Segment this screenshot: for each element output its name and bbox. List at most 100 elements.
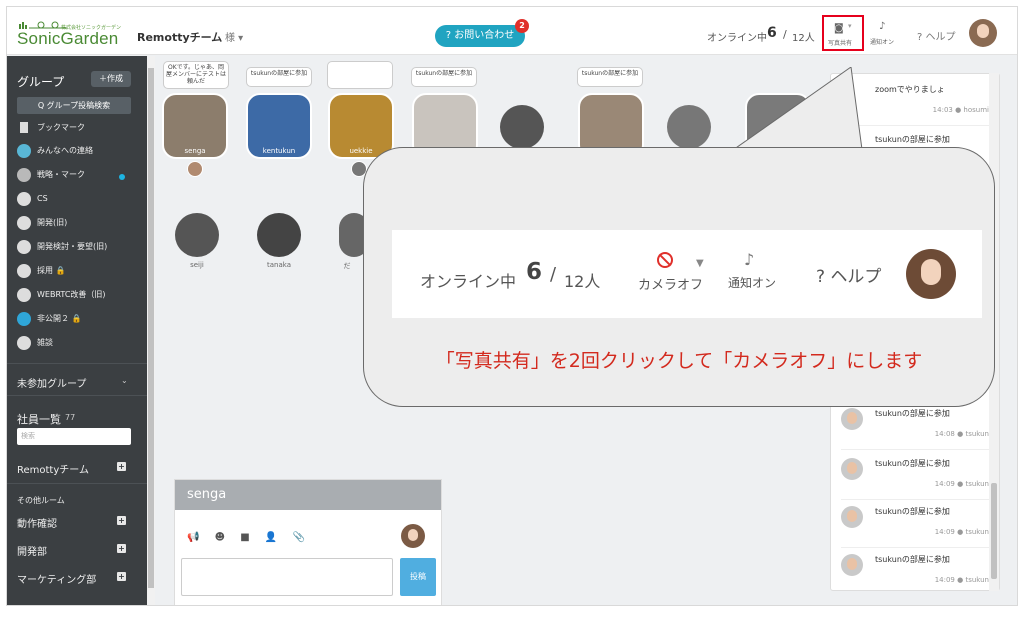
room-item[interactable]: マーケティング部	[17, 571, 96, 586]
chat-text: tsukunの部屋に参加	[875, 459, 950, 468]
sidebar-scrollbar-thumb[interactable]	[148, 68, 154, 588]
contact-button[interactable]: ? お問い合わせ	[435, 25, 525, 47]
compose-toolbar-icons[interactable]: 📢 ☻ ■ 👤 📎	[187, 532, 311, 543]
unjoined-groups[interactable]: 未参加グループ	[17, 375, 86, 390]
plus-icon[interactable]: +	[117, 516, 126, 525]
member-search-input[interactable]: 検索	[17, 428, 131, 445]
group-icon	[17, 215, 31, 230]
other-rooms-label: その他ルーム	[17, 496, 65, 505]
help-link: ? ヘルプ	[816, 267, 882, 287]
speech-bubble: tsukunの部屋に参加	[246, 67, 312, 87]
avatar[interactable]	[500, 105, 544, 149]
app-window: 株式会社ソニックガーデン SonicGarden Remottyチーム 様 ▾ …	[6, 6, 1018, 606]
group-icon	[17, 287, 31, 302]
avatar	[906, 249, 956, 299]
callout-pointer	[722, 67, 864, 157]
zoomed-header-preview: オンライン中 6 / 12人 ▼ カメラオフ ♪ 通知オン ? ヘルプ	[392, 230, 982, 318]
chat-meta: 14:09 ● tsukun	[934, 576, 989, 584]
group-post-search-button[interactable]: Q グループ投稿検索	[17, 97, 131, 114]
video-tile[interactable]: kentukun	[246, 93, 312, 159]
members-title: 社員一覧	[17, 413, 61, 426]
speech-bubble: OKです。じゃあ、岡屋メンバーにテストは頼んだ	[163, 61, 229, 89]
plus-icon[interactable]: +	[117, 462, 126, 471]
plus-icon[interactable]: +	[117, 544, 126, 553]
room-item[interactable]: 開発部	[17, 543, 47, 558]
chat-meta: 14:03 ● hosumi	[932, 106, 989, 114]
chevron-down-icon[interactable]: ⌄	[121, 376, 128, 385]
team-room-link[interactable]: Remottyチーム	[17, 461, 89, 476]
avatar	[841, 554, 863, 576]
sidebar-item-dev-old[interactable]: 開発(旧)	[17, 215, 67, 231]
chat-text: tsukunの部屋に参加	[875, 555, 950, 564]
photo-share-label: 写真共有	[828, 40, 853, 47]
bookmark-icon	[20, 122, 28, 133]
online-count: 6	[526, 259, 543, 285]
camera-off-label: カメラオフ	[638, 278, 704, 293]
online-slash: /	[550, 264, 557, 285]
avatar	[841, 408, 863, 430]
speech-bubble: tsukunの部屋に参加	[411, 67, 477, 87]
sidebar-item-hiring[interactable]: 採用 🔒	[17, 263, 66, 279]
chevron-down-icon: ▼	[696, 258, 704, 269]
compose-panel: senga 📢 ☻ ■ 👤 📎 投稿	[174, 479, 442, 605]
user-avatar[interactable]	[969, 19, 997, 47]
sidebar-item-chat[interactable]: 雑談	[17, 335, 53, 351]
plus-icon[interactable]: +	[117, 572, 126, 581]
online-label: オンライン中	[707, 33, 767, 44]
chat-text: tsukunの部屋に参加	[875, 409, 950, 418]
logo[interactable]: SonicGarden	[17, 29, 118, 49]
chat-message: tsukunの部屋に参加 14:09 ● tsukun	[841, 502, 989, 548]
notify-label[interactable]: 通知オン	[870, 37, 894, 46]
sidebar-item-cs[interactable]: CS	[17, 191, 48, 207]
camera-off-icon	[657, 252, 673, 268]
chat-message: tsukunの部屋に参加 14:09 ● tsukun	[841, 550, 989, 590]
sidebar-item-announcements[interactable]: みんなへの連絡	[17, 143, 93, 159]
chat-scrollbar-thumb[interactable]	[991, 483, 997, 579]
group-title: グループ	[17, 75, 65, 89]
group-icon	[17, 239, 31, 254]
sidebar-item-webrtc[interactable]: WEBRTC改善（旧)	[17, 287, 106, 303]
create-group-button[interactable]: ＋作成	[91, 71, 131, 87]
speech-bubble	[327, 61, 393, 89]
group-icon	[17, 143, 31, 158]
avatar[interactable]	[175, 213, 219, 257]
sidebar-item-bookmark[interactable]: ブックマーク	[17, 120, 85, 136]
avatar[interactable]	[257, 213, 301, 257]
chevron-down-icon: ▾	[848, 22, 852, 30]
chat-text: zoomでやりましょ	[875, 85, 945, 94]
online-slash: /	[783, 28, 787, 41]
team-name[interactable]: Remottyチーム	[137, 29, 222, 45]
help-link[interactable]: ? ヘルプ	[917, 28, 956, 43]
sidebar-item-dev-review[interactable]: 開発検討・要望(旧)	[17, 239, 107, 255]
sidebar-item-strategy[interactable]: 戦略・マーク	[17, 167, 85, 183]
message-input[interactable]	[181, 558, 393, 596]
tile-name: kentukun	[262, 147, 296, 155]
avatar	[187, 161, 203, 177]
video-tile[interactable]: senga	[162, 93, 228, 159]
room-item[interactable]: 動作確認	[17, 515, 57, 530]
bell-icon[interactable]: ♪	[879, 21, 885, 32]
chat-meta: 14:08 ● tsukun	[934, 430, 989, 438]
team-menu-dropdown[interactable]: 様 ▾	[225, 29, 243, 44]
tile-name: senga	[184, 147, 206, 155]
chat-meta: 14:09 ● tsukun	[934, 480, 989, 488]
speech-bubble: tsukunの部屋に参加	[577, 67, 643, 87]
sidebar-item-private2[interactable]: 非公開２ 🔒	[17, 311, 82, 327]
post-button[interactable]: 投稿	[400, 558, 436, 596]
chat-message: tsukunの部屋に参加 14:09 ● tsukun	[841, 454, 989, 500]
sidebar-scrollbar[interactable]	[147, 56, 155, 605]
avatar	[841, 458, 863, 480]
avatar	[401, 524, 425, 548]
chat-message: tsukunの部屋に参加 14:08 ● tsukun	[841, 404, 989, 450]
online-label: オンライン中	[420, 272, 517, 291]
members-count: 77	[65, 413, 76, 422]
chat-text: tsukunの部屋に参加	[875, 135, 950, 144]
online-total: 12人	[792, 33, 815, 44]
video-tile[interactable]: uekkie	[328, 93, 394, 159]
avatar[interactable]	[667, 105, 711, 149]
group-icon	[17, 167, 31, 182]
photo-share-button[interactable]: ◙ ▾ 写真共有	[822, 15, 864, 51]
top-header: 株式会社ソニックガーデン SonicGarden Remottyチーム 様 ▾ …	[7, 7, 1017, 55]
unread-dot	[119, 174, 125, 180]
chat-meta: 14:09 ● tsukun	[934, 528, 989, 536]
